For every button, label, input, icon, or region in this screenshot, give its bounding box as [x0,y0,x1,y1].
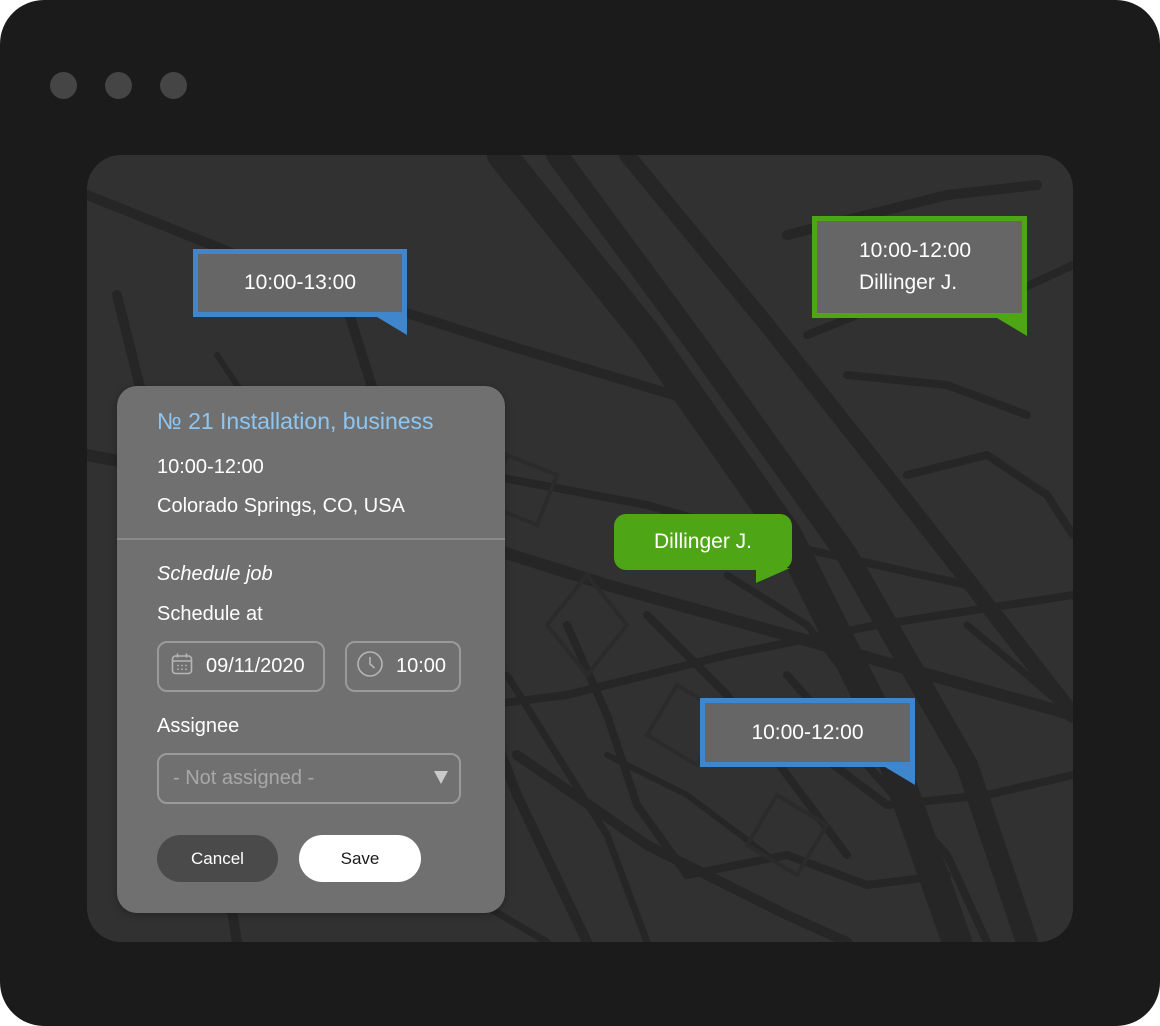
pin-time-label: 10:00-12:00 [859,239,972,262]
card-divider [117,538,505,540]
schedule-time-field[interactable]: 10:00 [345,641,461,692]
pin-pointer [377,317,407,335]
window-control-dot[interactable] [105,72,132,99]
technician-location-bubble[interactable]: Dillinger J. [614,514,792,583]
schedule-date-value: 09/11/2020 [206,655,305,677]
save-button[interactable]: Save [299,835,421,882]
schedule-section-title: Schedule job [157,563,273,585]
technician-name: Dillinger J. [653,530,753,553]
pin-time-label: 10:00-13:00 [243,271,357,294]
pin-label-box: 10:00-12:00 Dillinger J. [812,216,1027,318]
job-title[interactable]: № 21 Installation, business [157,408,434,435]
browser-window: 10:00-13:00 10:00-12:00 Dillinger J. 10:… [0,0,1160,1026]
pin-pointer [885,767,915,785]
map-pin-time-window[interactable]: 10:00-12:00 [700,698,915,785]
job-details-card: № 21 Installation, business 10:00-12:00 … [117,386,505,913]
pin-assignee-label: Dillinger J. [859,271,958,294]
clock-icon [356,650,384,683]
pin-label-box: 10:00-13:00 [193,249,407,317]
schedule-date-field[interactable]: 09/11/2020 [157,641,325,692]
assignee-label: Assignee [157,715,240,737]
pin-time-label: 10:00-12:00 [751,720,864,744]
schedule-at-label: Schedule at [157,603,263,625]
cancel-button[interactable]: Cancel [157,835,278,882]
assignee-select-value: - Not assigned - [173,767,315,789]
map-pin-assigned-job[interactable]: 10:00-12:00 Dillinger J. [812,216,1027,336]
assignee-select[interactable]: - Not assigned - [157,753,461,804]
schedule-time-value: 10:00 [396,655,447,677]
job-address: Colorado Springs, CO, USA [157,495,405,517]
pin-label-box: 10:00-12:00 [700,698,915,767]
job-time-window: 10:00-12:00 [157,456,264,478]
calendar-icon [170,652,194,681]
window-control-dot[interactable] [160,72,187,99]
map-pin-time-window[interactable]: 10:00-13:00 [193,249,407,335]
window-control-dot[interactable] [50,72,77,99]
triangle-down-icon [434,771,448,784]
pin-pointer [997,318,1027,336]
bubble-pointer [756,568,790,583]
